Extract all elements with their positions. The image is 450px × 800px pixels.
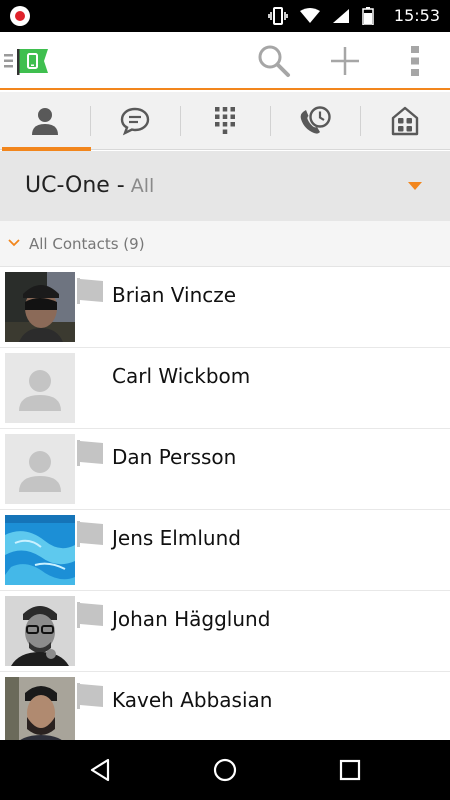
flag-icon <box>77 440 103 466</box>
home-icon <box>213 758 237 782</box>
status-bar: 15:53 <box>0 0 450 32</box>
dialpad-icon <box>215 107 235 134</box>
back-icon <box>90 758 110 782</box>
overflow-menu-icon <box>411 46 419 76</box>
tab-contacts[interactable] <box>0 92 91 151</box>
contact-name: Johan Hägglund <box>112 607 271 631</box>
avatar-placeholder-icon <box>5 434 75 504</box>
flag-icon <box>77 521 103 547</box>
vibrate-icon <box>268 7 288 25</box>
battery-icon <box>362 7 374 25</box>
contact-photo <box>5 596 75 666</box>
home-button[interactable] <box>203 750 247 790</box>
contact-row[interactable]: Johan Hägglund <box>0 591 450 672</box>
group-header[interactable]: All Contacts (9) <box>0 221 450 267</box>
app-bar <box>0 32 450 90</box>
add-icon <box>331 47 359 75</box>
tab-bar <box>0 92 450 151</box>
contact-photo <box>5 677 75 747</box>
history-icon <box>300 106 331 134</box>
clock: 15:53 <box>393 6 440 25</box>
contacts-icon <box>32 108 58 135</box>
contact-photo <box>5 272 75 342</box>
uc-one-flag-logo[interactable] <box>4 46 50 76</box>
contact-row[interactable]: Brian Vincze <box>0 267 450 348</box>
source-filter: All <box>130 175 155 197</box>
source-selector[interactable]: UC-One - All <box>0 151 450 221</box>
navigation-bar <box>0 740 450 800</box>
contact-name: Carl Wickbom <box>112 364 251 388</box>
status-icons <box>268 6 374 26</box>
contact-photo <box>5 515 75 585</box>
avatar-placeholder-icon <box>5 353 75 423</box>
tab-chat[interactable] <box>90 92 180 150</box>
dropdown-caret-icon[interactable] <box>408 182 422 190</box>
group-label: All Contacts (9) <box>29 235 145 253</box>
wifi-icon <box>300 8 320 23</box>
tab-history[interactable] <box>270 92 360 150</box>
contact-list: Brian Vincze Carl Wickbom Dan Persson Je… <box>0 267 450 753</box>
search-icon <box>258 45 290 77</box>
contact-name: Kaveh Abbasian <box>112 688 273 712</box>
contact-row[interactable]: Carl Wickbom <box>0 348 450 429</box>
chat-icon <box>120 107 150 136</box>
overflow-menu-button[interactable] <box>395 41 435 81</box>
record-icon <box>10 6 30 26</box>
contact-row[interactable]: Jens Elmlund <box>0 510 450 591</box>
tab-apps[interactable] <box>360 92 450 150</box>
search-button[interactable] <box>254 41 294 81</box>
contact-name: Brian Vincze <box>112 283 237 307</box>
flag-icon <box>77 278 103 304</box>
contact-row[interactable]: Dan Persson <box>0 429 450 510</box>
back-button[interactable] <box>78 750 122 790</box>
tab-dialpad[interactable] <box>180 92 270 150</box>
source-title: UC-One - All <box>25 173 154 198</box>
contact-name: Jens Elmlund <box>112 526 241 550</box>
apps-icon <box>391 106 419 136</box>
add-button[interactable] <box>325 41 365 81</box>
flag-icon <box>77 683 103 709</box>
signal-icon <box>333 9 349 23</box>
contact-name: Dan Persson <box>112 445 237 469</box>
source-name: UC-One - <box>25 173 125 198</box>
recents-icon <box>339 759 361 781</box>
flag-icon <box>77 602 103 628</box>
recents-button[interactable] <box>328 750 372 790</box>
chevron-down-icon <box>8 239 20 247</box>
